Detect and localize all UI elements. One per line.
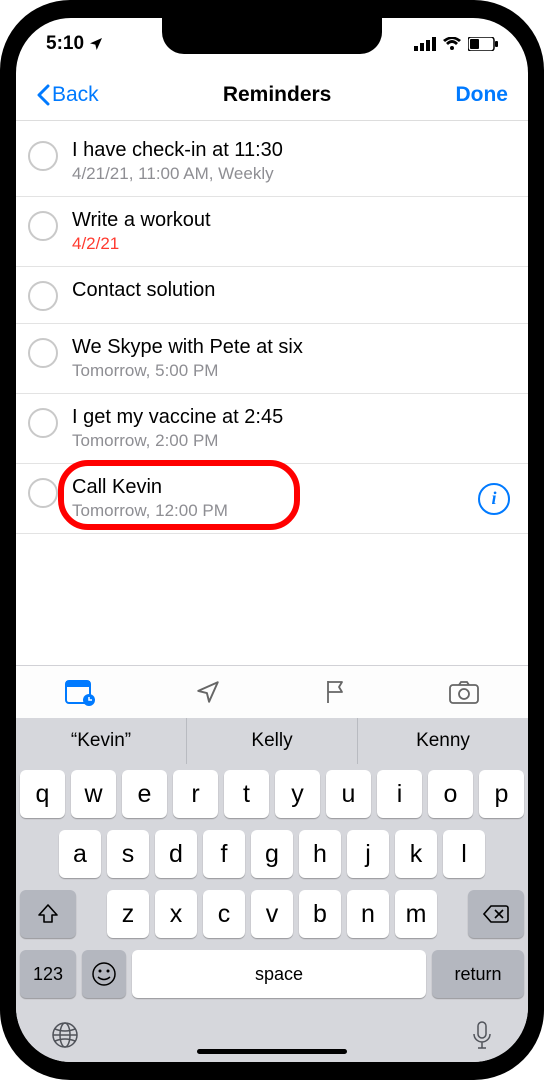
complete-radio[interactable] — [28, 281, 58, 311]
home-indicator[interactable] — [197, 1049, 347, 1054]
key-u[interactable]: u — [326, 770, 371, 818]
reminder-subtitle: Tomorrow, 5:00 PM — [72, 361, 510, 381]
key-v[interactable]: v — [251, 890, 293, 938]
globe-icon[interactable] — [50, 1020, 80, 1050]
emoji-icon — [91, 961, 117, 987]
reminder-row[interactable]: I get my vaccine at 2:45Tomorrow, 2:00 P… — [16, 394, 528, 464]
chevron-left-icon — [36, 84, 50, 106]
suggestion-1[interactable]: Kelly — [187, 718, 358, 764]
numbers-key[interactable]: 123 — [20, 950, 76, 998]
location-icon[interactable] — [193, 677, 223, 707]
key-y[interactable]: y — [275, 770, 320, 818]
key-z[interactable]: z — [107, 890, 149, 938]
calendar-icon[interactable] — [65, 677, 95, 707]
back-button[interactable]: Back — [36, 83, 99, 107]
nav-bar: Back Reminders Done — [16, 70, 528, 121]
key-f[interactable]: f — [203, 830, 245, 878]
key-p[interactable]: p — [479, 770, 524, 818]
shift-icon — [37, 903, 59, 925]
key-r[interactable]: r — [173, 770, 218, 818]
key-o[interactable]: o — [428, 770, 473, 818]
location-icon — [88, 36, 104, 52]
key-b[interactable]: b — [299, 890, 341, 938]
key-e[interactable]: e — [122, 770, 167, 818]
key-i[interactable]: i — [377, 770, 422, 818]
key-l[interactable]: l — [443, 830, 485, 878]
reminder-title: I have check-in at 11:30 — [72, 139, 510, 162]
key-s[interactable]: s — [107, 830, 149, 878]
reminder-row[interactable]: We Skype with Pete at sixTomorrow, 5:00 … — [16, 324, 528, 394]
key-k[interactable]: k — [395, 830, 437, 878]
key-x[interactable]: x — [155, 890, 197, 938]
reminder-subtitle: Tomorrow, 12:00 PM — [72, 501, 478, 521]
suggestion-2[interactable]: Kenny — [358, 718, 528, 764]
wifi-icon — [442, 37, 462, 51]
back-label: Back — [52, 83, 99, 107]
key-h[interactable]: h — [299, 830, 341, 878]
complete-radio[interactable] — [28, 141, 58, 171]
complete-radio[interactable] — [28, 478, 58, 508]
backspace-icon — [483, 904, 509, 924]
status-time: 5:10 — [46, 33, 84, 55]
complete-radio[interactable] — [28, 211, 58, 241]
complete-radio[interactable] — [28, 338, 58, 368]
reminder-row[interactable]: I have check-in at 11:304/21/21, 11:00 A… — [16, 127, 528, 197]
reminder-subtitle: 4/2/21 — [72, 234, 510, 254]
key-d[interactable]: d — [155, 830, 197, 878]
shift-key[interactable] — [20, 890, 76, 938]
camera-icon[interactable] — [449, 677, 479, 707]
key-t[interactable]: t — [224, 770, 269, 818]
info-icon[interactable]: i — [478, 483, 510, 515]
reminder-title: Call Kevin — [72, 476, 478, 499]
keyboard: qwertyuiop asdfghjkl zxcvbnm 123 space r… — [16, 764, 528, 1062]
battery-icon — [468, 37, 498, 51]
suggestion-0[interactable]: “Kevin” — [16, 718, 187, 764]
key-a[interactable]: a — [59, 830, 101, 878]
reminder-title: We Skype with Pete at six — [72, 336, 510, 359]
space-key[interactable]: space — [132, 950, 426, 998]
edit-toolbar — [16, 665, 528, 718]
mic-icon[interactable] — [470, 1020, 494, 1052]
reminders-list: I have check-in at 11:304/21/21, 11:00 A… — [16, 121, 528, 665]
key-n[interactable]: n — [347, 890, 389, 938]
done-button[interactable]: Done — [455, 83, 508, 107]
reminder-title: Contact solution — [72, 279, 510, 302]
signal-icon — [414, 37, 436, 51]
reminder-title: I get my vaccine at 2:45 — [72, 406, 510, 429]
return-key[interactable]: return — [432, 950, 524, 998]
backspace-key[interactable] — [468, 890, 524, 938]
key-w[interactable]: w — [71, 770, 116, 818]
reminder-title: Write a workout — [72, 209, 510, 232]
reminder-row[interactable]: Contact solution — [16, 267, 528, 324]
key-g[interactable]: g — [251, 830, 293, 878]
flag-icon[interactable] — [321, 677, 351, 707]
keyboard-suggestions: “Kevin” Kelly Kenny — [16, 718, 528, 764]
reminder-row[interactable]: Call KevinTomorrow, 12:00 PMi — [16, 464, 528, 534]
complete-radio[interactable] — [28, 408, 58, 438]
reminder-subtitle: 4/21/21, 11:00 AM, Weekly — [72, 164, 510, 184]
key-q[interactable]: q — [20, 770, 65, 818]
emoji-key[interactable] — [82, 950, 126, 998]
key-j[interactable]: j — [347, 830, 389, 878]
key-m[interactable]: m — [395, 890, 437, 938]
nav-title: Reminders — [223, 83, 332, 107]
reminder-row[interactable]: Write a workout4/2/21 — [16, 197, 528, 267]
reminder-subtitle: Tomorrow, 2:00 PM — [72, 431, 510, 451]
key-c[interactable]: c — [203, 890, 245, 938]
